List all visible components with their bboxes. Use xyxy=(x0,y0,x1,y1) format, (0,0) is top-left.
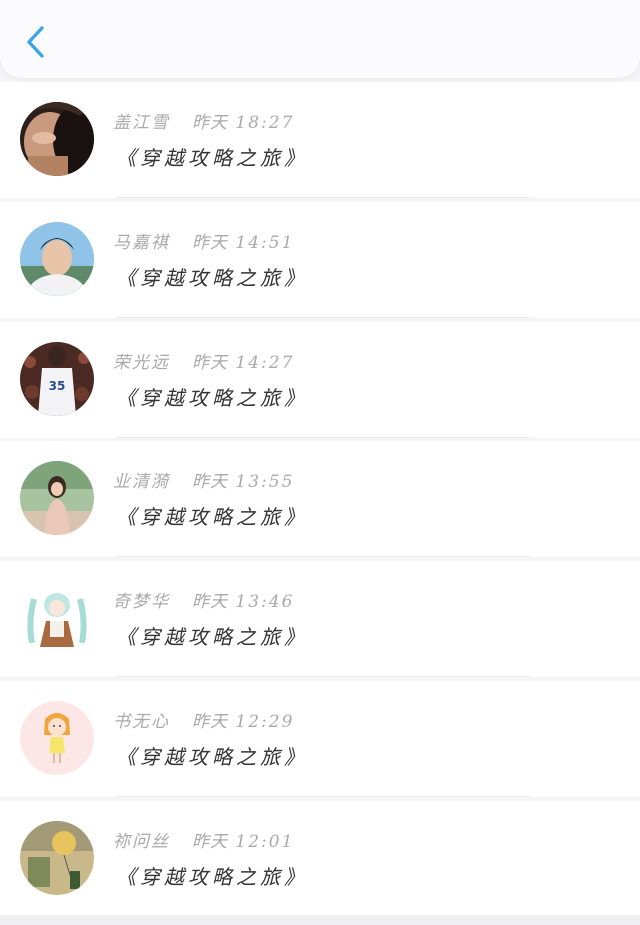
list-item[interactable]: 书无心 昨天 12:29 《穿越攻略之旅》 xyxy=(0,680,640,797)
divider xyxy=(116,676,530,678)
avatar[interactable]: 35 xyxy=(20,341,94,416)
item-meta: 祢问丝 昨天 12:01 xyxy=(113,827,294,852)
chevron-left-icon xyxy=(27,26,44,58)
item-meta: 业清漪 昨天 13:55 xyxy=(113,467,294,492)
timestamp-date: 昨天 xyxy=(192,592,228,613)
list-item[interactable]: 盖江雪 昨天 18:27 《穿越攻略之旅》 xyxy=(0,82,640,198)
sender-name: 荣光远 xyxy=(113,352,170,373)
timestamp-date: 昨天 xyxy=(192,711,228,732)
avatar[interactable] xyxy=(20,461,94,536)
timestamp-time: 12:29 xyxy=(235,711,295,732)
timestamp-time: 13:46 xyxy=(235,592,295,613)
sender-name: 马嘉祺 xyxy=(113,232,170,253)
list-item[interactable]: 奇梦华 昨天 13:46 《穿越攻略之旅》 xyxy=(0,561,640,678)
message-preview: 《穿越攻略之旅》 xyxy=(116,265,308,290)
timestamp-date: 昨天 xyxy=(192,352,228,373)
divider xyxy=(116,316,530,318)
message-preview: 《穿越攻略之旅》 xyxy=(116,625,308,650)
sender-name: 业清漪 xyxy=(113,472,170,493)
back-button[interactable] xyxy=(18,22,54,62)
divider xyxy=(116,197,530,198)
message-preview: 《穿越攻略之旅》 xyxy=(116,744,308,769)
cartoon-girl-icon xyxy=(20,700,94,775)
timestamp-date: 昨天 xyxy=(192,232,228,253)
divider xyxy=(116,556,530,558)
photo-portrait-man-icon xyxy=(20,221,94,296)
svg-text:35: 35 xyxy=(49,379,66,393)
item-meta: 盖江雪 昨天 18:27 xyxy=(113,108,294,133)
list-item[interactable]: 35 荣光远 昨天 14:27 《穿越攻略之旅》 xyxy=(0,321,640,438)
timestamp-time: 14:27 xyxy=(235,352,295,373)
chat-list-screen: 盖江雪 昨天 18:27 《穿越攻略之旅》 马嘉祺 昨天 14:51 《穿越攻略之旅… xyxy=(0,0,640,925)
list-item[interactable]: 祢问丝 昨天 12:01 《穿越攻略之旅》 xyxy=(0,800,640,917)
avatar[interactable] xyxy=(20,221,94,296)
avatar[interactable] xyxy=(20,820,94,895)
message-preview: 《穿越攻略之旅》 xyxy=(116,864,308,889)
list-item[interactable]: 马嘉祺 昨天 14:51 《穿越攻略之旅》 xyxy=(0,201,640,318)
item-meta: 马嘉祺 昨天 14:51 xyxy=(113,228,294,253)
timestamp-date: 昨天 xyxy=(192,472,228,493)
photo-girl-outdoor-icon xyxy=(20,461,94,536)
anime-character-icon xyxy=(20,581,94,656)
sender-name: 书无心 xyxy=(113,711,170,732)
timestamp-time: 18:27 xyxy=(235,113,295,133)
photo-basketball-player-icon: 35 xyxy=(20,341,94,416)
timestamp-date: 昨天 xyxy=(192,113,228,133)
divider xyxy=(116,436,530,438)
avatar[interactable] xyxy=(20,700,94,775)
timestamp-time: 13:55 xyxy=(235,472,295,493)
sender-name: 盖江雪 xyxy=(113,113,170,133)
divider xyxy=(116,795,530,797)
timestamp-time: 12:01 xyxy=(235,831,295,852)
bottom-edge xyxy=(0,915,640,925)
message-preview: 《穿越攻略之旅》 xyxy=(116,146,308,170)
message-preview: 《穿越攻略之旅》 xyxy=(116,505,308,530)
photo-portrait-woman-icon xyxy=(20,102,94,176)
timestamp-time: 14:51 xyxy=(235,232,295,253)
sender-name: 祢问丝 xyxy=(113,831,170,852)
message-list: 盖江雪 昨天 18:27 《穿越攻略之旅》 马嘉祺 昨天 14:51 《穿越攻略之旅… xyxy=(0,82,640,921)
list-item[interactable]: 业清漪 昨天 13:55 《穿越攻略之旅》 xyxy=(0,441,640,558)
message-preview: 《穿越攻略之旅》 xyxy=(116,385,308,410)
timestamp-date: 昨天 xyxy=(192,831,228,852)
avatar[interactable] xyxy=(20,581,94,656)
top-bar xyxy=(0,0,640,78)
item-meta: 奇梦华 昨天 13:46 xyxy=(113,587,294,612)
sender-name: 奇梦华 xyxy=(113,592,170,613)
photo-balloon-scene-icon xyxy=(20,820,94,895)
item-meta: 书无心 昨天 12:29 xyxy=(113,707,294,732)
avatar[interactable] xyxy=(20,102,94,176)
item-meta: 荣光远 昨天 14:27 xyxy=(113,348,294,373)
